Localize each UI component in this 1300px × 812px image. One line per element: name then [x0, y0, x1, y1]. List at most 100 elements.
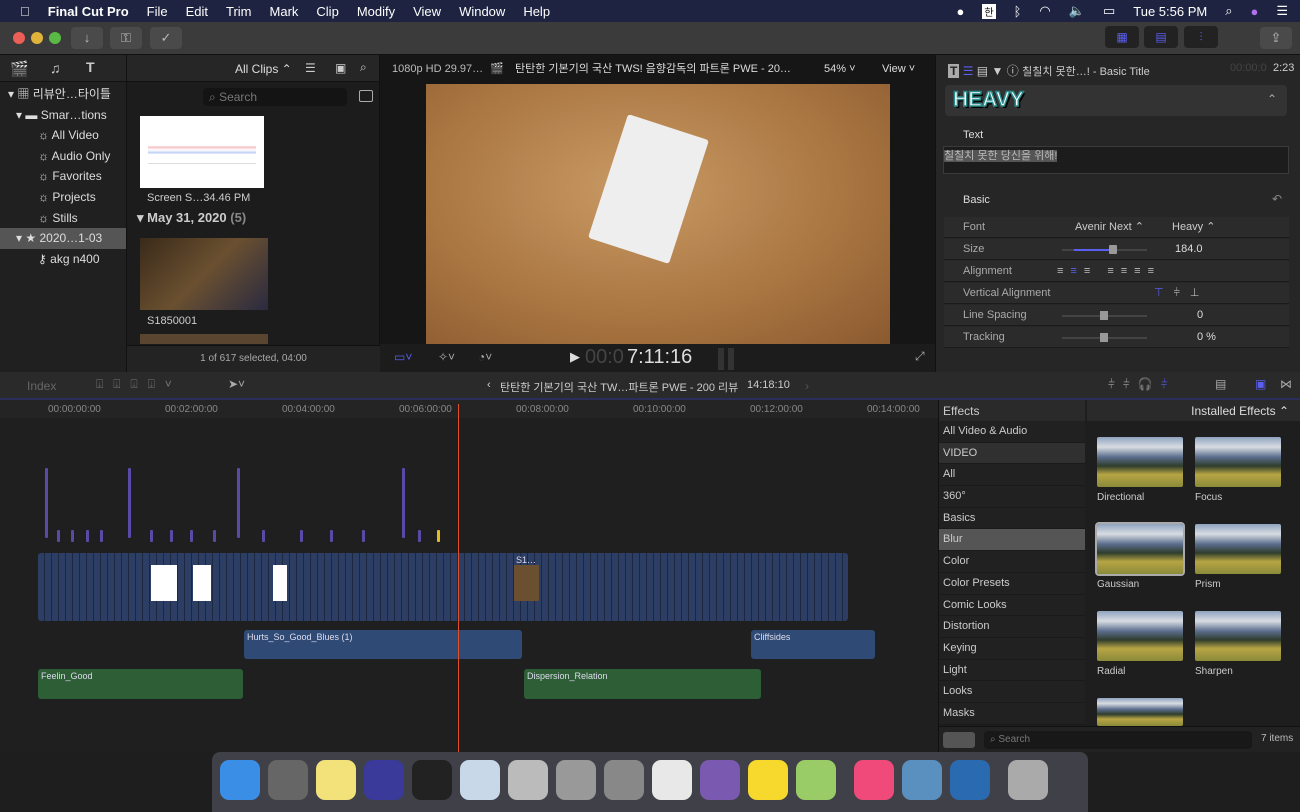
- compressor-icon[interactable]: [508, 760, 548, 800]
- effect-item[interactable]: [1097, 698, 1183, 726]
- effect-item[interactable]: Radial: [1097, 611, 1183, 677]
- menu-window[interactable]: Window: [459, 4, 505, 19]
- system-preferences-icon[interactable]: [604, 760, 644, 800]
- effect-item[interactable]: Prism: [1195, 524, 1281, 590]
- menu-modify[interactable]: Modify: [357, 4, 395, 19]
- trash-icon[interactable]: [1008, 760, 1048, 800]
- effect-item[interactable]: Directional: [1097, 437, 1183, 503]
- effects-category[interactable]: All: [939, 464, 1085, 487]
- effects-category[interactable]: Masks: [939, 702, 1085, 725]
- smart-collection-all-video[interactable]: ☼ All Video: [0, 125, 126, 146]
- title-clip[interactable]: [213, 530, 216, 542]
- search-icon[interactable]: ⌕: [360, 60, 367, 75]
- zoom-button[interactable]: [49, 32, 61, 44]
- skimming-icons[interactable]: ⫩⫩🎧⫩: [1108, 377, 1176, 392]
- final-cut-pro-icon[interactable]: [412, 760, 452, 800]
- chat-icon[interactable]: ●: [957, 4, 965, 19]
- minimize-button[interactable]: [31, 32, 43, 44]
- clip-thumbnail-s1850001[interactable]: [140, 238, 268, 310]
- battery-icon[interactable]: ▭: [1103, 3, 1115, 19]
- photos-audio-icon[interactable]: ♫: [50, 60, 61, 76]
- spotlight-icon[interactable]: ⌕: [1225, 3, 1232, 19]
- chrome-icon[interactable]: [652, 760, 692, 800]
- menu-view[interactable]: View: [413, 4, 441, 19]
- audio-clip-cliffsides[interactable]: Cliffsides: [751, 630, 875, 659]
- apple-icon[interactable]: : [20, 4, 30, 19]
- timecode[interactable]: 7:11:16: [627, 346, 692, 369]
- launchpad-icon[interactable]: [268, 760, 308, 800]
- title-clip[interactable]: [86, 530, 89, 542]
- title-clip[interactable]: [418, 530, 421, 542]
- enhance-icon[interactable]: ✧˅: [438, 350, 455, 364]
- libraries-icon[interactable]: 🎬: [10, 60, 29, 78]
- effect-item[interactable]: Sharpen: [1195, 611, 1281, 677]
- keywords-button[interactable]: ⚿: [110, 27, 142, 49]
- effects-category[interactable]: Keying: [939, 637, 1085, 660]
- browser-search-input[interactable]: ⌕ Search: [203, 88, 347, 106]
- import-button[interactable]: ↓: [71, 27, 103, 49]
- wifi-icon[interactable]: ◠: [1039, 3, 1050, 19]
- smart-collection-projects[interactable]: ☼ Projects: [0, 187, 126, 208]
- smart-collections-folder[interactable]: ▾ ▬ Smar…tions: [0, 105, 126, 126]
- title-clip[interactable]: [57, 530, 60, 542]
- music-clip-dispersion-relation[interactable]: Dispersion_Relation: [524, 669, 761, 699]
- tracking-slider[interactable]: [1062, 333, 1147, 342]
- effects-category[interactable]: 360°: [939, 486, 1085, 508]
- music-clip-feelin-good[interactable]: Feelin_Good: [38, 669, 243, 699]
- effect-item[interactable]: Focus: [1195, 437, 1281, 503]
- title-clip[interactable]: [362, 530, 365, 542]
- title-clip[interactable]: [150, 530, 153, 542]
- date-group-header[interactable]: ▾ May 31, 2020 (5): [137, 210, 246, 226]
- effects-category[interactable]: All Video & Audio: [939, 421, 1085, 443]
- forward-icon[interactable]: ›: [805, 379, 809, 393]
- itunes-icon[interactable]: [854, 760, 894, 800]
- android-studio-icon[interactable]: [796, 760, 836, 800]
- mail-icon[interactable]: [460, 760, 500, 800]
- alignment-buttons[interactable]: ≡≡≡ ≡≡≡≡: [1057, 261, 1161, 282]
- select-tool-icon[interactable]: ➤˅: [228, 377, 245, 391]
- siri-icon[interactable]: ●: [1250, 4, 1258, 19]
- clips-filter-dropdown[interactable]: All Clips ⌃: [235, 62, 292, 76]
- slider-knob[interactable]: [1109, 245, 1117, 254]
- disk-utility-icon[interactable]: [556, 760, 596, 800]
- menu-app[interactable]: Final Cut Pro: [48, 4, 129, 19]
- effects-category[interactable]: Color Presets: [939, 572, 1085, 595]
- title-clip[interactable]: [262, 530, 265, 542]
- timeline-ruler[interactable]: 00:00:00:00 00:02:00:00 00:04:00:00 00:0…: [0, 400, 938, 418]
- effects-category[interactable]: Looks: [939, 681, 1085, 703]
- play-button[interactable]: ▶: [570, 349, 580, 365]
- menu-mark[interactable]: Mark: [270, 4, 299, 19]
- vertical-alignment-buttons[interactable]: ⊤⫩⊥: [1154, 283, 1210, 304]
- text-preset-dropdown[interactable]: HEAVY ⌃: [945, 85, 1287, 116]
- timeline[interactable]: S1… Hurts_So_Good_Blues (1) Cliffsides F…: [0, 404, 938, 752]
- audio-clip-hurts-so-good-blues[interactable]: Hurts_So_Good_Blues (1): [244, 630, 522, 659]
- zoom-dropdown[interactable]: 54% ˅: [824, 55, 856, 83]
- effects-category[interactable]: VIDEO: [939, 442, 1085, 465]
- retime-icon[interactable]: ◔˅: [478, 350, 492, 364]
- title-clip[interactable]: [71, 530, 74, 542]
- effects-browser-icon[interactable]: ▣: [1255, 377, 1266, 391]
- back-icon[interactable]: ‹: [487, 379, 491, 391]
- menu-help[interactable]: Help: [523, 4, 550, 19]
- view-dropdown[interactable]: View ˅: [882, 55, 915, 83]
- smart-collection-favorites[interactable]: ☼ Favorites: [0, 166, 126, 187]
- clip-appearance-icon[interactable]: ▤: [1215, 377, 1226, 391]
- installed-effects-dropdown[interactable]: Installed Effects ⌃: [1087, 400, 1300, 421]
- keyword-collection[interactable]: ⚷ akg n400: [0, 249, 126, 270]
- volume-icon[interactable]: 🔈: [1069, 3, 1085, 19]
- font-dropdown[interactable]: Avenir Next ⌃: [1075, 217, 1144, 238]
- effects-category[interactable]: Color: [939, 551, 1085, 573]
- finder-icon[interactable]: [220, 760, 260, 800]
- reset-icon[interactable]: ↶: [1272, 192, 1282, 206]
- video-preview[interactable]: [426, 84, 890, 344]
- title-clip[interactable]: [330, 530, 333, 542]
- title-clip[interactable]: [100, 530, 103, 542]
- background-tasks-button[interactable]: ✓: [150, 27, 182, 49]
- close-button[interactable]: [13, 32, 25, 44]
- notes-icon[interactable]: [316, 760, 356, 800]
- title-clip[interactable]: [45, 468, 48, 538]
- text-inspector-icon[interactable]: ☰: [963, 64, 974, 78]
- size-slider[interactable]: [1062, 245, 1147, 254]
- title-clip[interactable]: [300, 530, 303, 542]
- share-button[interactable]: ⇪: [1260, 27, 1292, 49]
